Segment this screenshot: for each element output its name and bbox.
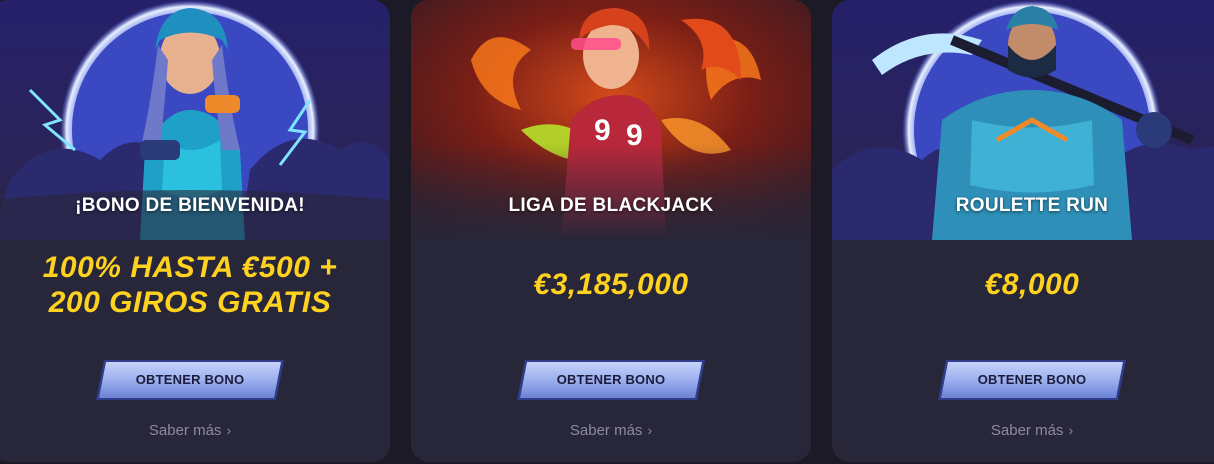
- prize-amount: €8,000: [984, 268, 1080, 301]
- chevron-right-icon: ›: [647, 422, 653, 438]
- promo-card-roulette-run: ROULETTE RUN €8,000 OBTENER BONO Saber m…: [832, 0, 1214, 462]
- card-title: ROULETTE RUN: [955, 195, 1109, 216]
- learn-more-label: Saber más: [148, 422, 222, 439]
- bonus-amount-line-1: 100% HASTA €500 +: [42, 251, 338, 284]
- card-title: LIGA DE BLACKJACK: [508, 195, 714, 216]
- get-bonus-button-label: OBTENER BONO: [977, 372, 1087, 387]
- get-bonus-button-label: OBTENER BONO: [135, 372, 245, 387]
- get-bonus-button[interactable]: OBTENER BONO: [92, 358, 288, 402]
- bonus-amount: 100% HASTA €500 + 200 GIROS GRATIS: [0, 250, 390, 320]
- chevron-right-icon: ›: [1068, 422, 1074, 438]
- learn-more-link[interactable]: Saber más ›: [0, 422, 390, 439]
- learn-more-link[interactable]: Saber más ›: [832, 422, 1214, 439]
- chevron-right-icon: ›: [226, 422, 232, 438]
- learn-more-label: Saber más: [990, 422, 1064, 439]
- card-title: ¡BONO DE BIENVENIDA!: [75, 195, 305, 216]
- bonus-amount-line-2: 200 GIROS GRATIS: [48, 286, 332, 319]
- get-bonus-button[interactable]: OBTENER BONO: [513, 358, 709, 402]
- learn-more-link[interactable]: Saber más ›: [411, 422, 811, 439]
- learn-more-label: Saber más: [569, 422, 643, 439]
- promo-cards-row: ¡BONO DE BIENVENIDA! 100% HASTA €500 + 2…: [0, 0, 1214, 464]
- get-bonus-button-label: OBTENER BONO: [556, 372, 666, 387]
- get-bonus-button[interactable]: OBTENER BONO: [934, 358, 1130, 402]
- prize-amount: €3,185,000: [533, 268, 689, 301]
- promo-card-welcome-bonus: ¡BONO DE BIENVENIDA! 100% HASTA €500 + 2…: [0, 0, 390, 462]
- promo-card-blackjack-league: 9 9 LIGA DE BLACKJACK €3,185,000: [411, 0, 811, 462]
